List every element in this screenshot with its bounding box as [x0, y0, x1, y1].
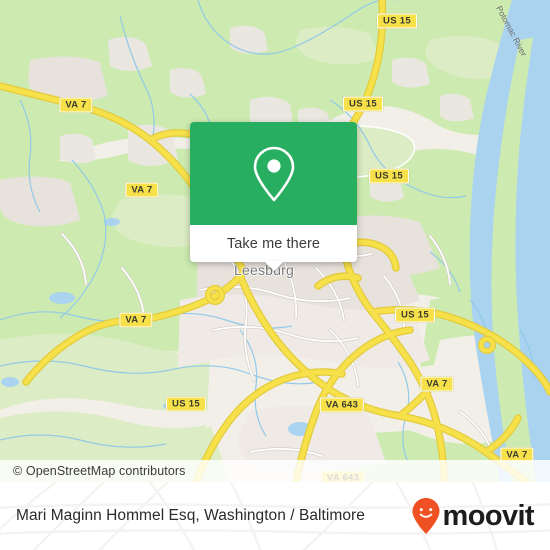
road-shield[interactable]: US 15 [377, 13, 417, 29]
map-canvas[interactable]: Leesburg Potomac River US 15 US 15 VA 7 … [0, 0, 550, 482]
road-shield[interactable]: US 15 [369, 168, 409, 184]
road-shield[interactable]: VA 7 [420, 376, 454, 392]
road-shield[interactable]: VA 7 [119, 312, 153, 328]
location-popup-card[interactable]: Take me there [190, 122, 357, 271]
road-shield[interactable]: VA 643 [319, 397, 365, 413]
map-attribution-bar: © OpenStreetMap contributors [0, 460, 550, 482]
osm-attribution-text[interactable]: © OpenStreetMap contributors [0, 464, 186, 478]
road-shield[interactable]: US 15 [343, 96, 383, 112]
road-shield[interactable]: VA 7 [125, 182, 159, 198]
moovit-logo[interactable]: moovit [411, 497, 535, 535]
footer-content: Mari Maginn Hommel Esq, Washington / Bal… [0, 482, 550, 550]
location-title: Mari Maginn Hommel Esq, Washington / Bal… [16, 507, 365, 524]
popup-header [190, 122, 357, 225]
moovit-map-screenshot: Leesburg Potomac River US 15 US 15 VA 7 … [0, 0, 550, 550]
map-pin-icon [253, 146, 294, 201]
take-me-there-button[interactable]: Take me there [190, 225, 357, 262]
road-shield[interactable]: US 15 [395, 307, 435, 323]
moovit-smiley-pin-icon [412, 498, 440, 534]
footer-bar: Mari Maginn Hommel Esq, Washington / Bal… [0, 482, 550, 550]
popup-pointer-tail [263, 261, 284, 271]
road-shield[interactable]: VA 7 [59, 97, 93, 113]
road-shield[interactable]: US 15 [166, 396, 206, 412]
moovit-wordmark: moovit [442, 499, 535, 532]
take-me-there-label: Take me there [226, 235, 321, 252]
